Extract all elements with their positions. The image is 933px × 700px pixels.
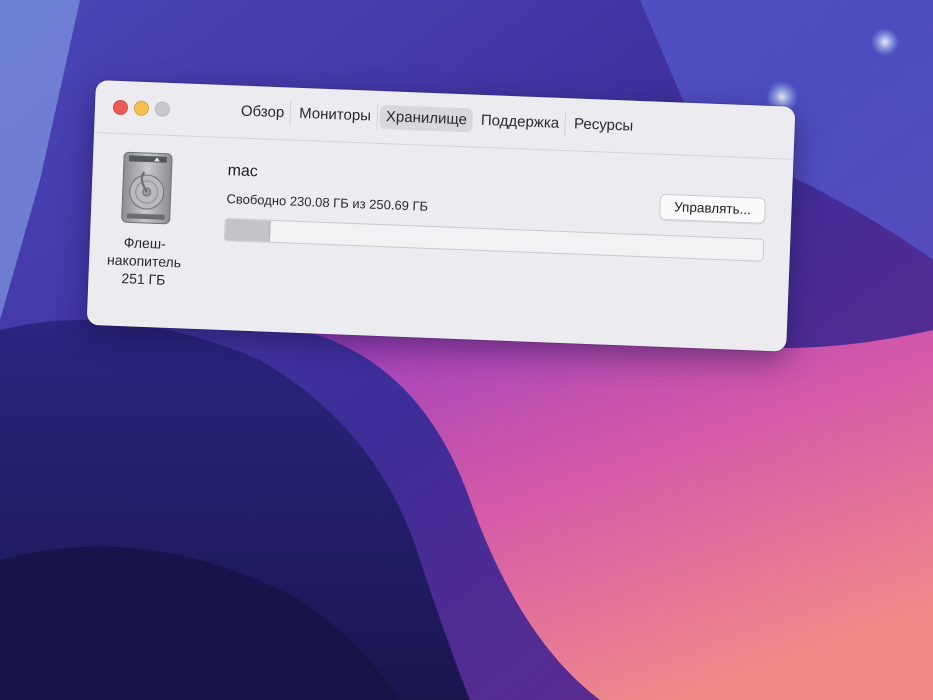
disk-label-line2: накопитель bbox=[106, 251, 182, 271]
close-window-icon[interactable] bbox=[112, 99, 129, 116]
storage-used-segment bbox=[224, 219, 271, 242]
disk-label: Флеш- накопитель 251 ГБ bbox=[98, 232, 190, 289]
tab-support[interactable]: Поддержка bbox=[474, 108, 567, 137]
volume-name: mac bbox=[227, 162, 259, 181]
zoom-window-icon[interactable] bbox=[154, 101, 171, 117]
tab-bar: Обзор Мониторы Хранилище Поддержка Ресур… bbox=[234, 99, 641, 139]
hard-drive-icon bbox=[121, 151, 173, 225]
tab-overview[interactable]: Обзор bbox=[234, 99, 292, 126]
minimize-window-icon[interactable] bbox=[133, 100, 150, 117]
free-space-text: Свободно 230.08 ГБ из 250.69 ГБ bbox=[226, 191, 429, 214]
tab-resources[interactable]: Ресурсы bbox=[568, 112, 640, 139]
disk-size-label: 251 ГБ bbox=[121, 270, 166, 288]
manage-button[interactable]: Управлять... bbox=[659, 193, 766, 224]
tab-storage[interactable]: Хранилище bbox=[379, 104, 474, 133]
storage-usage-bar bbox=[223, 218, 765, 262]
tab-displays[interactable]: Мониторы bbox=[292, 101, 379, 129]
about-this-mac-window: Обзор Мониторы Хранилище Поддержка Ресур… bbox=[86, 80, 796, 352]
